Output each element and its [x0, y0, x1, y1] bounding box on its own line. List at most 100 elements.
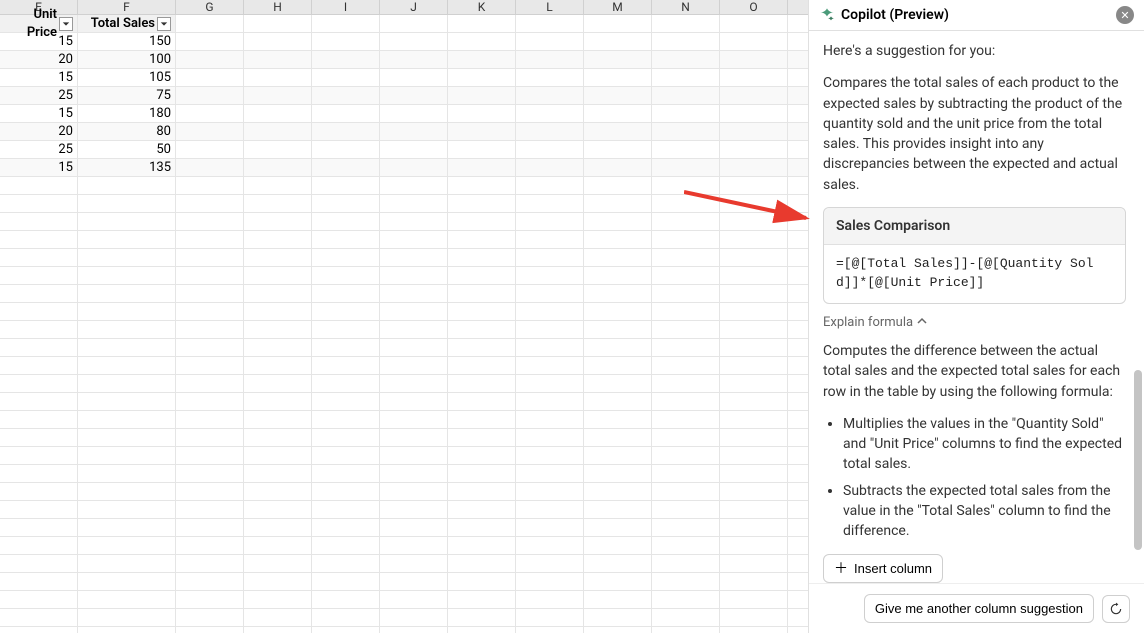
cell[interactable] [584, 51, 652, 68]
cell[interactable] [720, 213, 788, 230]
cell[interactable] [176, 609, 244, 626]
cell[interactable] [584, 465, 652, 482]
cell[interactable] [652, 231, 720, 248]
cell[interactable]: 25 [0, 87, 78, 104]
cell[interactable] [78, 411, 176, 428]
cell[interactable] [584, 591, 652, 608]
cell[interactable] [448, 69, 516, 86]
cell[interactable] [584, 411, 652, 428]
cell[interactable] [448, 501, 516, 518]
cell[interactable] [78, 285, 176, 302]
cell[interactable] [0, 231, 78, 248]
cell[interactable] [176, 627, 244, 633]
cell[interactable] [0, 195, 78, 212]
cell[interactable] [584, 87, 652, 104]
cell[interactable] [0, 519, 78, 536]
cell[interactable] [584, 537, 652, 554]
cell[interactable] [0, 249, 78, 266]
cell[interactable] [176, 591, 244, 608]
cell[interactable] [312, 393, 380, 410]
cell[interactable] [312, 267, 380, 284]
cell[interactable] [176, 303, 244, 320]
cell[interactable] [448, 141, 516, 158]
cell[interactable] [584, 285, 652, 302]
cell[interactable] [380, 609, 448, 626]
cell[interactable] [176, 285, 244, 302]
cell[interactable] [720, 411, 788, 428]
cell[interactable] [176, 249, 244, 266]
cell[interactable] [652, 33, 720, 50]
cell[interactable] [516, 213, 584, 230]
cell[interactable] [78, 627, 176, 633]
cell[interactable] [78, 519, 176, 536]
cell[interactable] [720, 429, 788, 446]
cell[interactable] [448, 249, 516, 266]
cell[interactable] [78, 609, 176, 626]
cell[interactable] [380, 429, 448, 446]
cell[interactable] [380, 177, 448, 194]
cell[interactable] [516, 501, 584, 518]
cell[interactable] [720, 627, 788, 633]
cell[interactable] [0, 627, 78, 633]
cell[interactable] [652, 285, 720, 302]
cell[interactable] [720, 69, 788, 86]
cell[interactable] [448, 447, 516, 464]
cell[interactable] [516, 447, 584, 464]
cell[interactable] [78, 267, 176, 284]
cell[interactable] [244, 501, 312, 518]
cell[interactable] [176, 33, 244, 50]
cell[interactable] [516, 393, 584, 410]
cell[interactable]: 135 [78, 159, 176, 176]
cell[interactable] [720, 465, 788, 482]
cell[interactable] [584, 393, 652, 410]
cell[interactable] [78, 483, 176, 500]
cell[interactable] [720, 87, 788, 104]
cell[interactable] [652, 357, 720, 374]
cell[interactable] [516, 429, 584, 446]
cell[interactable] [176, 339, 244, 356]
cell[interactable] [312, 357, 380, 374]
cell[interactable] [0, 447, 78, 464]
cell[interactable] [652, 105, 720, 122]
cell[interactable] [720, 141, 788, 158]
cell[interactable] [78, 339, 176, 356]
cell[interactable] [516, 483, 584, 500]
cell[interactable] [516, 123, 584, 140]
cell[interactable] [516, 159, 584, 176]
cell[interactable] [516, 591, 584, 608]
cell[interactable] [448, 285, 516, 302]
cell[interactable] [516, 627, 584, 633]
cell[interactable] [448, 465, 516, 482]
cell[interactable] [516, 105, 584, 122]
refresh-button[interactable] [1102, 595, 1130, 623]
cell[interactable] [0, 591, 78, 608]
cell[interactable] [516, 51, 584, 68]
cell[interactable] [176, 573, 244, 590]
cell[interactable] [584, 69, 652, 86]
cell[interactable] [584, 555, 652, 572]
cell[interactable] [244, 231, 312, 248]
cell[interactable] [176, 267, 244, 284]
cell[interactable] [652, 609, 720, 626]
cell[interactable] [720, 267, 788, 284]
cell[interactable] [448, 555, 516, 572]
cell[interactable] [0, 267, 78, 284]
cell[interactable] [720, 285, 788, 302]
col-header-J[interactable]: J [380, 0, 448, 14]
cell[interactable] [0, 429, 78, 446]
cell[interactable] [312, 213, 380, 230]
cell[interactable] [0, 285, 78, 302]
cell[interactable] [652, 393, 720, 410]
cell[interactable] [244, 285, 312, 302]
col-header-I[interactable]: I [312, 0, 380, 14]
cell[interactable] [584, 213, 652, 230]
cell[interactable] [448, 573, 516, 590]
cell[interactable] [448, 591, 516, 608]
cell[interactable]: 150 [78, 33, 176, 50]
cell[interactable] [584, 141, 652, 158]
cell[interactable] [244, 33, 312, 50]
cell[interactable] [244, 627, 312, 633]
cell[interactable] [720, 357, 788, 374]
cell[interactable] [0, 465, 78, 482]
cell[interactable] [652, 267, 720, 284]
